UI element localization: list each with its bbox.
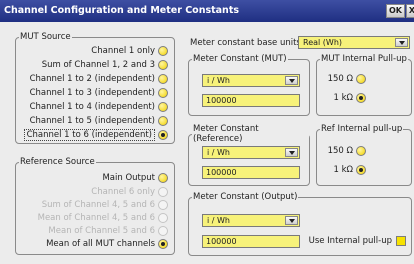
radio-icon[interactable] bbox=[356, 146, 366, 156]
radio-icon[interactable] bbox=[158, 173, 168, 183]
radio-icon[interactable] bbox=[158, 74, 168, 84]
ref-constant-input[interactable]: 100000 bbox=[202, 166, 300, 179]
radio-icon[interactable] bbox=[356, 74, 366, 84]
base-units-select[interactable]: Real (Wh) bbox=[298, 36, 410, 49]
meter-constant-ref-legend: Meter Constant (Reference) bbox=[192, 124, 309, 144]
mut-option-1to5[interactable]: Channel 1 to 5 (independent) bbox=[30, 116, 168, 126]
ref-pullup-150[interactable]: 150 Ω bbox=[328, 146, 366, 156]
mut-option-1to2[interactable]: Channel 1 to 2 (independent) bbox=[30, 74, 168, 84]
radio-disabled-icon bbox=[158, 187, 168, 197]
ref-option-mean56: Mean of Channel 5 and 6 bbox=[48, 226, 168, 236]
checkbox-icon[interactable] bbox=[396, 236, 406, 246]
ok-button[interactable]: OK bbox=[386, 4, 405, 18]
ref-unit-select[interactable]: i / Wh bbox=[202, 146, 300, 159]
meter-constant-mut-legend: Meter Constant (MUT) bbox=[192, 54, 288, 64]
output-constant-input[interactable]: 100000 bbox=[202, 235, 300, 248]
ref-option-mean456: Mean of Channel 4, 5 and 6 bbox=[38, 213, 168, 223]
output-unit-select[interactable]: i / Wh bbox=[202, 214, 300, 227]
ref-pullup-legend: Ref Internal pull-up bbox=[320, 124, 404, 134]
radio-selected-icon[interactable] bbox=[158, 239, 168, 249]
reference-source-legend: Reference Source bbox=[19, 157, 96, 167]
ref-option-ch6: Channel 6 only bbox=[91, 187, 168, 197]
radio-disabled-icon bbox=[158, 226, 168, 236]
radio-disabled-icon bbox=[158, 213, 168, 223]
mut-option-ch1[interactable]: Channel 1 only bbox=[91, 46, 168, 56]
mut-option-1to3[interactable]: Channel 1 to 3 (independent) bbox=[30, 88, 168, 98]
radio-selected-icon[interactable] bbox=[356, 93, 366, 103]
mut-pullup-150[interactable]: 150 Ω bbox=[328, 74, 366, 84]
window-title-bar: Channel Configuration and Meter Constant… bbox=[0, 0, 414, 22]
mut-pullup-group: MUT Internal Pull-up bbox=[316, 54, 412, 116]
window-title: Channel Configuration and Meter Constant… bbox=[4, 5, 240, 16]
mut-option-sum123[interactable]: Sum of Channel 1, 2 and 3 bbox=[42, 60, 168, 70]
radio-disabled-icon bbox=[158, 200, 168, 210]
close-button[interactable]: X bbox=[406, 4, 414, 18]
ref-option-sum456: Sum of Channel 4, 5 and 6 bbox=[42, 200, 168, 210]
mut-source-legend: MUT Source bbox=[19, 32, 72, 42]
radio-icon[interactable] bbox=[158, 88, 168, 98]
mut-pullup-1k[interactable]: 1 kΩ bbox=[333, 93, 366, 103]
chevron-down-icon[interactable] bbox=[285, 148, 298, 157]
mut-option-1to4[interactable]: Channel 1 to 4 (independent) bbox=[30, 102, 168, 112]
mut-constant-input[interactable]: 100000 bbox=[202, 94, 300, 107]
mut-option-1to6[interactable]: Channel 1 to 6 (independent) bbox=[23, 129, 168, 141]
radio-icon[interactable] bbox=[158, 116, 168, 126]
chevron-down-icon[interactable] bbox=[285, 216, 298, 225]
mut-pullup-legend: MUT Internal Pull-up bbox=[320, 54, 408, 64]
radio-icon[interactable] bbox=[158, 60, 168, 70]
base-units-label: Meter constant base units bbox=[190, 38, 301, 48]
chevron-down-icon[interactable] bbox=[285, 76, 298, 85]
output-pullup-checkbox-row[interactable]: Use Internal pull-up bbox=[309, 236, 406, 246]
mut-unit-select[interactable]: i / Wh bbox=[202, 74, 300, 87]
radio-icon[interactable] bbox=[158, 46, 168, 56]
ref-option-mean-all[interactable]: Mean of all MUT channels bbox=[46, 239, 168, 249]
ref-pullup-1k[interactable]: 1 kΩ bbox=[333, 165, 366, 175]
radio-icon[interactable] bbox=[158, 102, 168, 112]
meter-constant-output-legend: Meter Constant (Output) bbox=[192, 192, 299, 202]
chevron-down-icon[interactable] bbox=[395, 38, 408, 47]
radio-selected-icon[interactable] bbox=[356, 165, 366, 175]
ref-option-main-output[interactable]: Main Output bbox=[102, 173, 168, 183]
radio-selected-icon[interactable] bbox=[158, 130, 168, 140]
